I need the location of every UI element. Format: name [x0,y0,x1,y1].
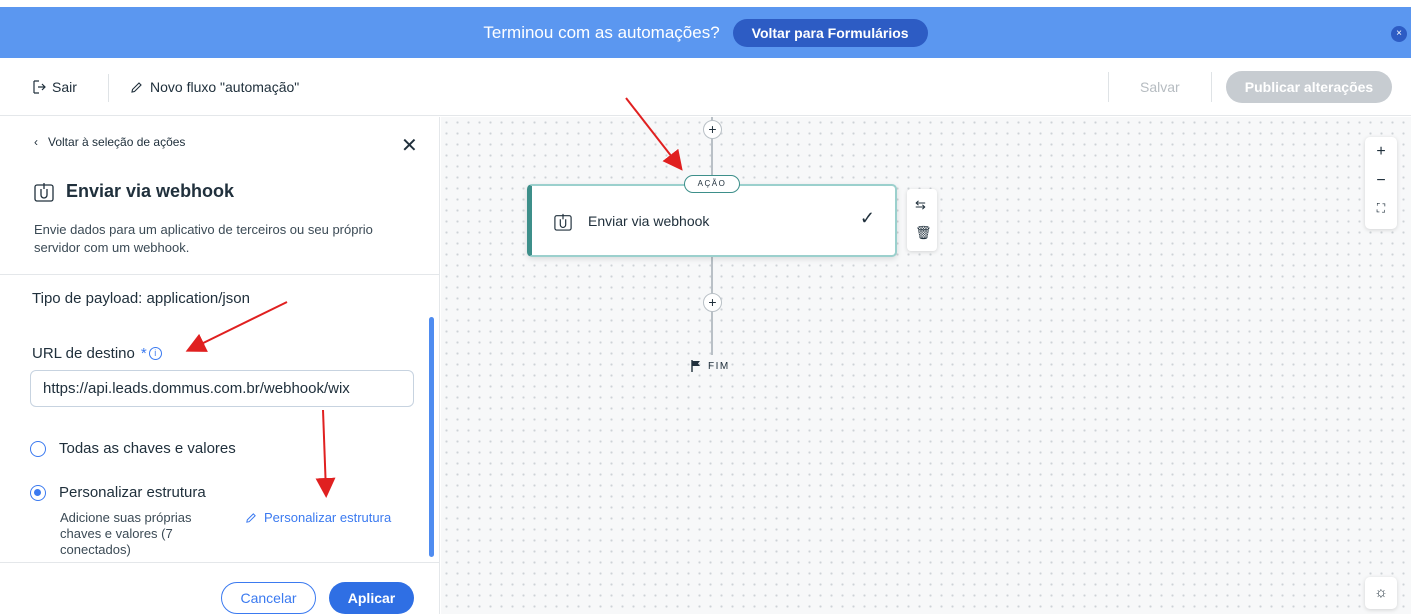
lightbulb-icon[interactable]: ☼ [1365,577,1397,609]
apply-button[interactable]: Aplicar [329,582,414,614]
flow-name[interactable]: Novo fluxo "automação" [130,79,299,95]
webhook-icon [34,182,54,202]
action-card[interactable]: Enviar via webhook ✓ [527,184,897,257]
radio-custom-description: Adicione suas próprias chaves e valores … [60,510,192,557]
radio-button[interactable] [30,440,46,457]
action-panel: ‹ Voltar à seleção de ações ✕ Enviar via… [0,117,440,614]
radio-custom-structure[interactable]: Personalizar estrutura [30,484,206,501]
toolbar-divider [1108,72,1109,102]
cancel-button[interactable]: Cancelar [221,582,316,614]
top-banner: Terminou com as automações? Voltar para … [0,7,1411,58]
zoom-in-icon[interactable]: + [1365,143,1397,161]
divider [0,562,440,563]
action-badge: AÇÃO [684,175,740,193]
radio-all-label: Todas as chaves e valores [59,440,236,457]
automation-editor: Terminou com as automações? Voltar para … [0,0,1411,614]
toolbar: Sair Novo fluxo "automação" Salvar Publi… [0,58,1411,116]
flow-canvas[interactable]: + + Enviar via webhook ✓ AÇÃO ⇆ 🗑 FIM + … [441,117,1411,614]
radio-custom-label: Personalizar estrutura [59,484,206,501]
customize-structure-link[interactable]: Personalizar estrutura [245,510,391,525]
check-icon: ✓ [859,208,875,228]
exit-label: Sair [52,79,77,95]
url-label: URL de destino * i [32,345,162,362]
trash-icon[interactable]: 🗑 [915,225,932,241]
toolbar-divider [1211,72,1212,102]
toolbar-divider [108,74,109,102]
end-node: FIM [691,360,730,372]
swap-icon[interactable]: ⇆ [915,197,926,213]
payload-label: Tipo de payload: [32,290,143,307]
add-step-button[interactable]: + [703,293,722,312]
webhook-icon [554,213,572,231]
exit-icon [33,80,46,94]
panel-title: Enviar via webhook [66,181,235,201]
divider [0,274,440,275]
url-input[interactable]: https://api.leads.dommus.com.br/webhook/… [30,370,414,407]
publish-button[interactable]: Publicar alterações [1226,71,1392,103]
add-step-button[interactable]: + [703,120,722,139]
zoom-controls: + − ⛶ [1365,137,1397,229]
back-to-actions-link[interactable]: ‹ Voltar à seleção de ações [34,135,185,149]
panel-header: Enviar via webhook [34,181,234,202]
pencil-icon [131,81,142,93]
required-marker: * [140,345,147,362]
end-label: FIM [708,360,730,372]
flow-name-label: Novo fluxo "automação" [150,79,300,95]
chevron-left-icon: ‹ [34,135,38,149]
action-card-label: Enviar via webhook [588,213,710,229]
save-button[interactable]: Salvar [1140,79,1180,95]
panel-scrollbar[interactable] [429,317,434,557]
flag-icon [691,360,700,372]
back-to-forms-button[interactable]: Voltar para Formulários [732,18,928,47]
back-label: Voltar à seleção de ações [48,135,186,149]
pencil-icon [246,512,256,523]
payload-type: Tipo de payload: application/json [32,290,250,307]
close-icon[interactable]: ✕ [401,133,418,158]
fit-to-screen-icon[interactable]: ⛶ [1365,201,1397,216]
url-label-text: URL de destino [32,345,135,362]
customize-link-label: Personalizar estrutura [264,510,392,525]
panel-description: Envie dados para um aplicativo de tercei… [34,222,373,255]
radio-all-keys[interactable]: Todas as chaves e valores [30,440,236,457]
banner-text: Terminou com as automações? [483,22,720,42]
banner-close-icon[interactable]: × [1391,26,1407,42]
payload-value: application/json [146,290,250,307]
info-icon[interactable]: i [148,347,162,360]
radio-button-selected[interactable] [30,484,46,501]
zoom-out-icon[interactable]: − [1365,172,1397,190]
exit-button[interactable]: Sair [32,79,77,95]
card-toolbar: ⇆ 🗑 [907,189,937,251]
